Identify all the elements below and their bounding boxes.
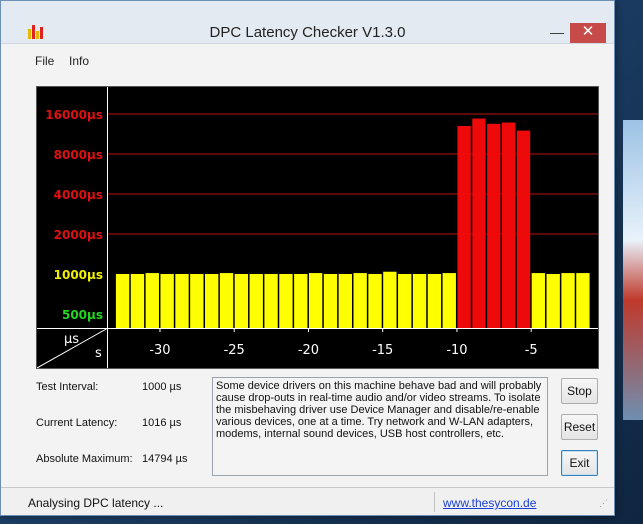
latency-bar [264,274,278,328]
reset-button[interactable]: Reset [561,414,598,440]
latency-bar [472,118,486,328]
resize-grip-icon[interactable]: ⋰ [599,498,608,509]
stat-current-latency: Current Latency: 1016 µs [36,417,206,431]
latency-bar [249,274,263,328]
desktop-background [623,120,643,420]
latency-bar [160,274,174,328]
latency-bar [190,274,204,328]
x-tick-label: -5 [525,343,538,358]
exit-button[interactable]: Exit [561,450,598,476]
latency-bar [457,125,471,328]
latency-bar [561,273,575,328]
website-link[interactable]: www.thesycon.de [443,496,536,510]
title-bar[interactable]: DPC Latency Checker V1.3.0 — ✕ [1,1,614,44]
latency-bar [516,130,531,328]
menu-info[interactable]: Info [69,54,89,68]
x-tick-label: -10 [446,343,467,358]
status-bar: Analysing DPC latency ... www.thesycon.d… [1,487,614,515]
app-window: DPC Latency Checker V1.3.0 — ✕ File Info… [0,0,615,516]
y-tick-label: 2000µs [54,228,103,242]
latency-chart: 16000µs 8000µs 4000µs 2000µs 1000µs 500µs µs s -… [36,86,599,369]
latency-bar [501,122,516,328]
stat-label: Test Interval: [36,381,99,393]
status-divider [434,492,435,512]
latency-bar [219,273,234,328]
stat-absolute-maximum: Absolute Maximum: 14794 µs [36,453,206,467]
y-tick-label: 8000µs [54,148,103,162]
latency-bar [531,273,546,328]
latency-bar [205,274,219,328]
latency-bar [323,274,338,328]
x-unit-label: s [95,346,102,361]
latency-bar [294,274,308,328]
latency-bar [412,274,427,328]
menu-file[interactable]: File [35,54,54,68]
stat-value: 1016 µs [142,417,182,429]
stop-button[interactable]: Stop [561,378,598,404]
minimize-button[interactable]: — [548,23,566,43]
latency-bar [576,273,590,328]
latency-bar [546,274,560,328]
latency-bar [368,274,382,328]
stat-label: Current Latency: [36,417,118,429]
latency-bar [115,274,130,328]
x-tick-label: -30 [149,343,170,358]
latency-bar [175,274,189,328]
y-tick-label: 16000µs [45,108,103,122]
latency-bar [279,274,293,328]
description-text: Some device drivers on this machine beha… [212,377,548,476]
latency-bar [308,273,323,328]
x-tick-label: -20 [298,343,319,358]
latency-bar [427,274,442,328]
latency-bar [234,274,249,328]
latency-bar [442,273,456,328]
latency-bar [398,274,412,328]
latency-bar [487,123,501,328]
y-tick-label: 500µs [62,308,103,322]
latency-chart-canvas: 16000µs 8000µs 4000µs 2000µs 1000µs 500µs µs s -… [37,87,598,368]
close-button[interactable]: ✕ [570,23,606,43]
stat-test-interval: Test Interval: 1000 µs [36,381,206,395]
latency-bar [145,273,159,328]
y-unit-label: µs [64,332,79,347]
y-tick-label: 4000µs [54,188,103,202]
status-text: Analysing DPC latency ... [28,496,164,510]
x-tick-label: -15 [372,343,393,358]
window-title: DPC Latency Checker V1.3.0 [209,24,406,41]
latency-bar [383,271,397,328]
stat-value: 1000 µs [142,381,182,393]
latency-bar [130,274,145,328]
latency-bar [338,274,352,328]
menu-bar: File Info [1,44,614,74]
latency-bar [353,273,367,328]
x-tick-label: -25 [224,343,245,358]
stat-value: 14794 µs [142,453,188,465]
stat-label: Absolute Maximum: [36,453,133,465]
y-tick-label: 1000µs [54,268,103,282]
